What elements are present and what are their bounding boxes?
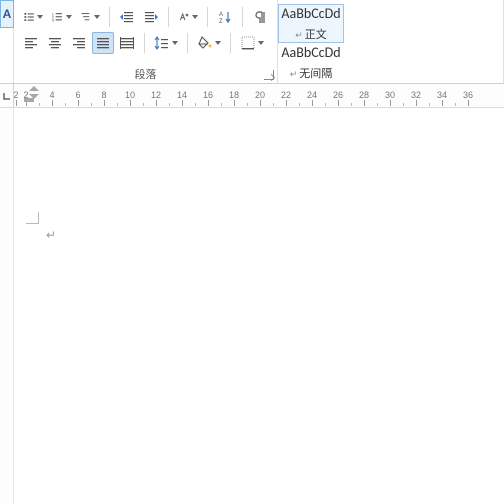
chevron-down-icon xyxy=(192,15,198,19)
separator xyxy=(168,7,169,27)
horizontal-ruler[interactable]: 224681012141618202224262830323436 xyxy=(0,84,504,108)
char-border-button[interactable]: A xyxy=(0,0,14,28)
style-card-1[interactable]: AaBbCcDd ↵无间隔 xyxy=(278,43,344,82)
bullets-button[interactable] xyxy=(20,6,46,28)
svg-text:3: 3 xyxy=(52,18,54,23)
separator xyxy=(207,7,208,27)
asian-layout-button[interactable] xyxy=(175,6,201,28)
separator xyxy=(109,7,110,27)
svg-text:Z: Z xyxy=(219,19,223,25)
char-border-letter: A xyxy=(3,7,12,21)
numbering-button[interactable]: 123 xyxy=(48,6,74,28)
indent-markers[interactable] xyxy=(29,86,39,102)
chevron-down-icon xyxy=(94,15,100,19)
increase-indent-button[interactable] xyxy=(140,6,162,28)
paragraph-row-top: 123 xyxy=(20,4,271,30)
borders-button[interactable] xyxy=(237,32,267,54)
show-paragraph-marks-button[interactable] xyxy=(249,6,271,28)
chevron-down-icon xyxy=(66,15,72,19)
word-window: { "ribbon": { "paragraph_group_label": "… xyxy=(0,0,504,504)
paragraph-mark: ↵ xyxy=(46,228,56,242)
justify-button[interactable] xyxy=(92,32,114,54)
style-preview: AaBbCcDd xyxy=(281,5,340,22)
paragraph-row-bottom xyxy=(20,30,271,56)
paragraph-group-label: 段落 xyxy=(14,66,277,82)
style-preview: AaBbCcDd xyxy=(281,44,340,61)
line-spacing-button[interactable] xyxy=(151,32,181,54)
shading-button[interactable] xyxy=(194,32,224,54)
ribbon: A 123 xyxy=(0,0,504,84)
multilevel-list-button[interactable] xyxy=(77,6,103,28)
vertical-ruler[interactable] xyxy=(0,108,14,504)
sort-button[interactable]: AZ xyxy=(214,6,236,28)
separator xyxy=(242,7,243,27)
paragraph-group: 123 xyxy=(14,0,278,83)
paragraph-dialog-launcher[interactable] xyxy=(264,70,274,80)
style-name: ↵正文 xyxy=(295,26,327,42)
align-right-button[interactable] xyxy=(68,32,90,54)
tab-selector[interactable] xyxy=(0,84,14,108)
styles-group: AaBbCcDd↵正文AaBbCcDd↵无间隔AaBb标题 1 xyxy=(278,0,504,83)
distribute-button[interactable] xyxy=(116,32,138,54)
align-center-button[interactable] xyxy=(44,32,66,54)
svg-text:A: A xyxy=(219,12,223,18)
chevron-down-icon xyxy=(258,41,264,45)
font-group-edge: A xyxy=(0,0,14,83)
chevron-down-icon xyxy=(37,15,43,19)
ruler-scale[interactable]: 224681012141618202224262830323436 xyxy=(14,84,504,108)
style-name: ↵无间隔 xyxy=(290,65,333,81)
separator xyxy=(187,33,188,53)
page-margin-corner xyxy=(26,208,42,224)
document-area[interactable]: ↵ xyxy=(0,108,504,504)
style-card-0[interactable]: AaBbCcDd ↵正文 xyxy=(278,4,344,43)
separator xyxy=(144,33,145,53)
page[interactable]: ↵ xyxy=(14,108,504,504)
align-left-button[interactable] xyxy=(20,32,42,54)
chevron-down-icon xyxy=(215,41,221,45)
chevron-down-icon xyxy=(172,41,178,45)
separator xyxy=(230,33,231,53)
decrease-indent-button[interactable] xyxy=(116,6,138,28)
